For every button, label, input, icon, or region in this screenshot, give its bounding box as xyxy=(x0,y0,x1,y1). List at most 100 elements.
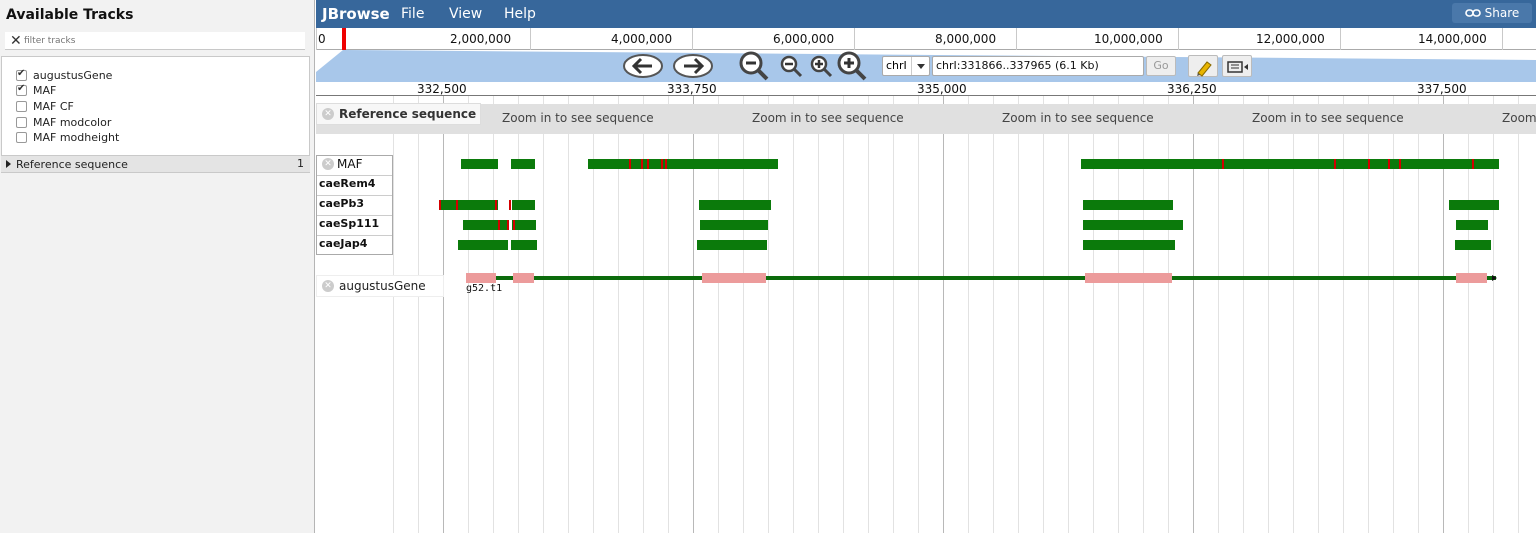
maf-mismatch[interactable] xyxy=(661,159,663,169)
maf-species-block[interactable] xyxy=(697,240,767,250)
maf-mismatch[interactable] xyxy=(439,200,441,210)
track-checkbox[interactable] xyxy=(16,132,27,143)
overview-gridline xyxy=(692,28,693,50)
maf-species-block[interactable] xyxy=(700,220,768,230)
pan-right-button[interactable] xyxy=(672,53,714,79)
menu-view[interactable]: View xyxy=(449,6,482,22)
filter-tracks-input[interactable] xyxy=(24,34,294,48)
track-controls-icon xyxy=(1227,61,1248,73)
maf-mismatch[interactable] xyxy=(509,200,511,210)
overview-location-marker[interactable] xyxy=(342,28,346,50)
maf-mismatch[interactable] xyxy=(498,220,500,230)
chromosome-select[interactable]: chrI xyxy=(882,56,930,76)
maf-mismatch[interactable] xyxy=(507,220,509,230)
menu-bar: JBrowse File View Help Share xyxy=(316,0,1536,28)
clear-filter-icon[interactable]: ✕ xyxy=(10,33,22,49)
maf-mismatch[interactable] xyxy=(665,159,667,169)
exon-block[interactable] xyxy=(1085,273,1172,283)
exon-block[interactable] xyxy=(1456,273,1487,283)
maf-mismatch[interactable] xyxy=(1334,159,1336,169)
expand-arrow-icon[interactable] xyxy=(6,160,11,168)
track-display-area[interactable]: Zoom in to see sequence Zoom in to see s… xyxy=(316,96,1536,533)
menu-help[interactable]: Help xyxy=(504,6,536,22)
maf-mismatch[interactable] xyxy=(1368,159,1370,169)
maf-alignment-block[interactable] xyxy=(588,159,778,169)
maf-species-block[interactable] xyxy=(1083,240,1175,250)
zoom-out-small-button[interactable] xyxy=(779,55,803,79)
maf-mismatch[interactable] xyxy=(1399,159,1401,169)
feature-canvas[interactable] xyxy=(316,96,1536,533)
maf-mismatch[interactable] xyxy=(1222,159,1224,169)
maf-alignment-block[interactable] xyxy=(461,159,498,169)
maf-mismatch[interactable] xyxy=(1472,159,1474,169)
maf-mismatch[interactable] xyxy=(495,200,497,210)
overview-gridline xyxy=(530,28,531,50)
track-item-maf-modheight[interactable]: MAF modheight xyxy=(16,130,119,145)
maf-mismatch[interactable] xyxy=(513,220,515,230)
maf-species-block[interactable] xyxy=(1083,200,1173,210)
maf-species-block[interactable] xyxy=(1456,220,1488,230)
track-item-maf[interactable]: MAF xyxy=(16,83,56,98)
track-label: MAF modcolor xyxy=(33,116,112,129)
exon-block[interactable] xyxy=(513,273,534,283)
maf-mismatch[interactable] xyxy=(629,159,631,169)
track-label: augustusGene xyxy=(33,69,113,82)
maf-species-block[interactable] xyxy=(1455,240,1491,250)
overview-tick: 2,000,000 xyxy=(450,32,512,46)
zoom-out-large-button[interactable] xyxy=(738,51,770,81)
track-checkbox[interactable] xyxy=(16,68,27,81)
maf-mismatch[interactable] xyxy=(1388,159,1390,169)
overview-tick: 12,000,000 xyxy=(1256,32,1325,46)
maf-species-block[interactable] xyxy=(1449,200,1499,210)
app-brand[interactable]: JBrowse xyxy=(322,5,390,23)
menu-file[interactable]: File xyxy=(401,6,424,22)
category-count: 1 xyxy=(297,157,304,170)
navigation-bar: chrI chrI:331866..337965 (6.1 Kb) Go xyxy=(316,50,1536,82)
maf-alignment-block[interactable] xyxy=(1081,159,1499,169)
category-label: Reference sequence xyxy=(16,158,128,171)
track-checkbox[interactable] xyxy=(16,117,27,128)
share-button[interactable]: Share xyxy=(1452,3,1532,23)
track-label: MAF xyxy=(33,84,57,97)
maf-species-block[interactable] xyxy=(463,220,508,230)
maf-species-block[interactable] xyxy=(512,200,535,210)
strand-arrow-icon xyxy=(1492,275,1497,281)
maf-alignment-block[interactable] xyxy=(511,159,535,169)
chevron-down-icon[interactable] xyxy=(911,57,929,75)
close-track-icon[interactable]: ✕ xyxy=(322,280,334,292)
position-ruler[interactable]: 332,500 333,750 335,000 336,250 337,500 xyxy=(316,82,1536,96)
track-checkbox[interactable] xyxy=(16,101,27,112)
feature-label: g52.t1 xyxy=(466,283,503,294)
pan-left-button[interactable] xyxy=(622,53,664,79)
maf-species-block[interactable] xyxy=(512,220,536,230)
overview-scale[interactable]: 0 2,000,000 4,000,000 6,000,000 8,000,00… xyxy=(316,28,1536,50)
ruler-tick: 336,250 xyxy=(1167,82,1217,96)
go-button[interactable]: Go xyxy=(1146,56,1176,76)
maf-species-block[interactable] xyxy=(458,240,508,250)
zoom-in-small-button[interactable] xyxy=(809,55,833,79)
exon-block[interactable] xyxy=(702,273,766,283)
track-checkbox[interactable] xyxy=(16,83,27,96)
track-item-maf-modcolor[interactable]: MAF modcolor xyxy=(16,115,111,130)
track-controls-button[interactable] xyxy=(1222,55,1252,77)
maf-species-block[interactable] xyxy=(699,200,771,210)
location-input[interactable]: chrI:331866..337965 (6.1 Kb) xyxy=(932,56,1144,76)
maf-mismatch[interactable] xyxy=(641,159,643,169)
overview-gridline xyxy=(1340,28,1341,50)
zoom-in-large-button[interactable] xyxy=(836,51,868,81)
maf-species-block[interactable] xyxy=(1083,220,1183,230)
maf-mismatch[interactable] xyxy=(456,200,458,210)
maf-species-block[interactable] xyxy=(439,200,498,210)
overview-tick: 10,000,000 xyxy=(1094,32,1163,46)
track-item-maf-cf[interactable]: MAF CF xyxy=(16,99,74,114)
track-item-augustusgene[interactable]: augustusGene xyxy=(16,68,112,83)
exon-block[interactable] xyxy=(466,273,496,283)
highlight-button[interactable] xyxy=(1188,55,1218,77)
track-selector-panel: Available Tracks ✕ augustusGene MAF MAF … xyxy=(0,0,315,533)
maf-mismatch[interactable] xyxy=(647,159,649,169)
intron-line[interactable] xyxy=(466,276,1496,280)
track-label-augustusgene[interactable]: ✕ augustusGene xyxy=(316,275,444,297)
maf-species-block[interactable] xyxy=(511,240,537,250)
category-reference-sequence[interactable]: Reference sequence 1 xyxy=(1,156,310,173)
ruler-tick: 332,500 xyxy=(417,82,467,96)
